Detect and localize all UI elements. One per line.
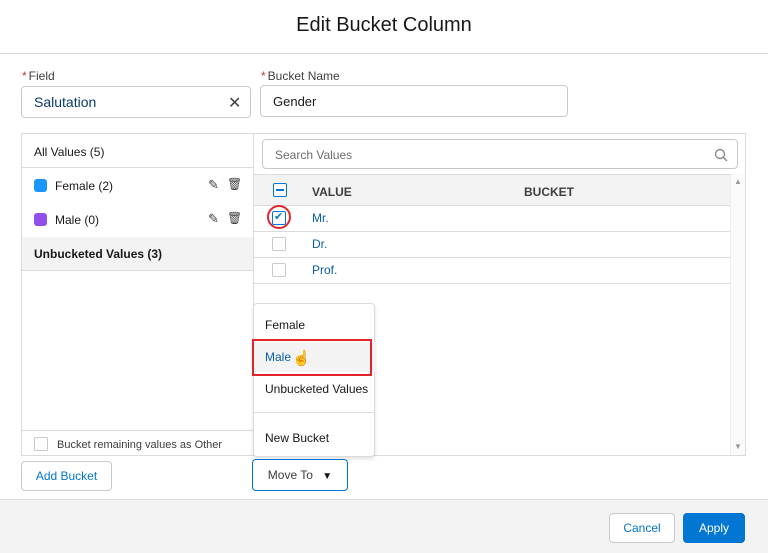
unbucketed-item[interactable]: Unbucketed Values (3) <box>22 237 253 271</box>
row-value[interactable]: Dr. <box>312 237 327 251</box>
bucket-name-label: Bucket Name <box>267 69 340 83</box>
dialog-header: Edit Bucket Column <box>0 0 768 54</box>
bucket-name-input[interactable]: Gender <box>260 85 568 117</box>
bucket-name-label-wrap: * Bucket Name <box>261 69 340 83</box>
apply-label: Apply <box>698 521 730 535</box>
bucket-item-label: Male (0) <box>55 213 100 227</box>
bucket-list-panel: All Values (5) Female (2) ✎ 🗑 Male (0) ✎… <box>21 133 254 456</box>
pencil-icon[interactable]: ✎ <box>208 211 219 227</box>
bucket-item-male[interactable]: Male (0) ✎ 🗑 <box>22 203 253 237</box>
bucket-item-female[interactable]: Female (2) ✎ 🗑 <box>22 169 253 203</box>
bucket-name-value: Gender <box>273 94 317 109</box>
scroll-down-icon[interactable]: ▼ <box>734 442 742 451</box>
all-values-label: All Values (5) <box>34 145 105 159</box>
remaining-checkbox-label: Bucket remaining values as Other <box>57 439 223 451</box>
field-label: Field <box>28 69 55 83</box>
dialog-title: Edit Bucket Column <box>296 14 472 36</box>
move-to-label: Move To <box>267 468 313 482</box>
divider <box>254 412 374 413</box>
search-values-input[interactable]: Search Values <box>262 139 738 169</box>
unbucketed-label: Unbucketed Values (3) <box>34 247 163 261</box>
values-table: VALUE BUCKET ✔ Mr. Dr. Prof. <box>254 174 730 284</box>
table-row[interactable]: Dr. <box>254 232 730 258</box>
trash-icon[interactable]: 🗑 <box>227 177 242 191</box>
field-value: Salutation <box>34 94 97 110</box>
tag-icon <box>34 213 47 226</box>
table-scrollbar[interactable]: ▲ ▼ <box>730 174 745 455</box>
select-all-checkbox[interactable] <box>273 183 287 197</box>
row-value[interactable]: Mr. <box>312 211 329 225</box>
remaining-checkbox[interactable] <box>34 437 48 451</box>
menu-item-unbucketed[interactable]: Unbucketed Values <box>254 374 375 404</box>
highlight-box <box>252 339 372 376</box>
move-to-button[interactable]: Move To ▼ <box>252 459 348 491</box>
move-to-menu: Female Male ☝ Unbucketed Values New Buck… <box>253 303 375 457</box>
field-combobox[interactable]: Salutation ✕ <box>21 86 251 118</box>
all-values-item[interactable]: All Values (5) <box>22 134 253 168</box>
column-header-value[interactable]: VALUE <box>312 185 352 199</box>
scroll-up-icon[interactable]: ▲ <box>734 177 742 186</box>
cancel-label: Cancel <box>623 521 661 535</box>
cancel-button[interactable]: Cancel <box>609 513 675 543</box>
menu-item-label: Unbucketed Values <box>265 382 369 396</box>
add-bucket-label: Add Bucket <box>35 469 98 483</box>
menu-item-new-bucket[interactable]: New Bucket <box>254 423 375 453</box>
search-placeholder: Search Values <box>275 148 353 162</box>
required-mark: * <box>261 69 266 83</box>
close-icon[interactable]: ✕ <box>228 93 241 113</box>
column-header-bucket[interactable]: BUCKET <box>524 185 574 199</box>
add-bucket-button[interactable]: Add Bucket <box>21 461 112 491</box>
trash-icon[interactable]: 🗑 <box>227 211 242 225</box>
field-label-wrap: * Field <box>22 69 55 83</box>
table-row[interactable]: ✔ Mr. <box>254 205 730 232</box>
row-checkbox[interactable] <box>272 237 286 251</box>
menu-item-label: Female <box>265 318 306 332</box>
bucket-item-label: Female (2) <box>55 179 114 193</box>
apply-button[interactable]: Apply <box>683 513 745 543</box>
row-value[interactable]: Prof. <box>312 263 337 277</box>
pencil-icon[interactable]: ✎ <box>208 177 219 193</box>
row-checkbox[interactable]: ✔ <box>272 211 286 225</box>
menu-item-label: New Bucket <box>265 431 330 445</box>
row-checkbox[interactable] <box>272 263 286 277</box>
divider <box>22 430 253 431</box>
menu-item-female[interactable]: Female <box>254 310 375 340</box>
table-header-row: VALUE BUCKET <box>254 174 730 206</box>
required-mark: * <box>22 69 27 83</box>
search-icon <box>714 148 728 162</box>
dialog-footer: Cancel Apply <box>0 499 768 553</box>
minus-icon <box>276 189 284 191</box>
table-row[interactable]: Prof. <box>254 258 730 284</box>
tag-icon <box>34 179 47 192</box>
chevron-down-icon: ▼ <box>322 471 333 482</box>
check-icon: ✔ <box>274 211 284 223</box>
